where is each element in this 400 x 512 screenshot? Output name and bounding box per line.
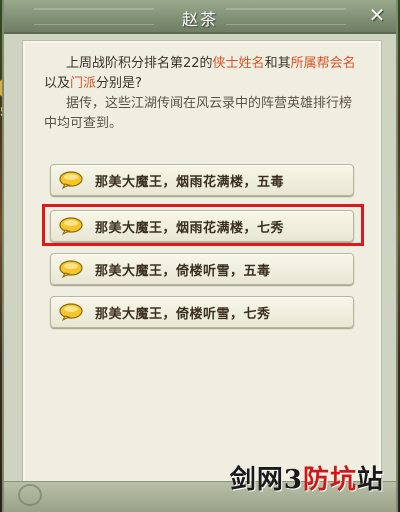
logo-part-red: 防坑 <box>302 465 357 495</box>
quiz-dialog: 赵茶 ✕ 上周战阶积分排名第22的侠士姓名和其所属帮会名以及门派分别是? 据传，… <box>2 0 398 512</box>
site-logo: 剑网3防坑站 <box>224 465 394 506</box>
footer-ornament <box>18 484 42 506</box>
answer-option-1[interactable]: 那美大魔王，烟雨花满楼，五毒 <box>50 164 354 196</box>
answer-label: 那美大魔王，倚楼听雪，五毒 <box>95 263 271 279</box>
answer-label: 那美大魔王，倚楼听雪，七秀 <box>95 306 271 322</box>
hint-text: 据传，这些江湖传闻在风云录中的阵营英雄排行榜中均可查到。 <box>44 96 353 131</box>
dialog-title: 赵茶 <box>181 10 218 29</box>
question-text: 上周战阶积分排名第22的侠士姓名和其所属帮会名以及门派分别是? <box>44 54 364 94</box>
logo-text: 剑网3防坑站 <box>230 459 384 496</box>
speech-bubble-icon <box>59 171 83 190</box>
close-icon: ✕ <box>368 3 386 27</box>
question-part: 和其 <box>264 56 291 71</box>
question-highlight: 门派 <box>70 76 97 91</box>
question-part: 分别是? <box>96 76 142 91</box>
logo-part: 站 <box>356 465 384 495</box>
speech-bubble-icon <box>59 217 83 236</box>
answer-option-2[interactable]: 那美大魔王，烟雨花满楼，七秀 <box>50 210 354 242</box>
question-highlight: 侠士姓名 <box>212 56 265 71</box>
question-part: 上周战阶积分排名第22的 <box>66 56 213 71</box>
answer-label: 那美大魔王，烟雨花满楼，五毒 <box>95 174 285 190</box>
answer-option-4[interactable]: 那美大魔王，倚楼听雪，七秀 <box>50 296 354 328</box>
question-highlight: 所属帮会名 <box>290 56 356 71</box>
answer-option-3[interactable]: 那美大魔王，倚楼听雪，五毒 <box>50 253 354 285</box>
question-part: 以及 <box>44 76 71 91</box>
speech-bubble-icon <box>59 303 83 322</box>
logo-part: 剑网3 <box>229 465 303 495</box>
dialog-titlebar[interactable]: 赵茶 ✕ <box>4 0 396 34</box>
speech-bubble-icon <box>59 260 83 279</box>
answer-label: 那美大魔王，烟雨花满楼，七秀 <box>95 220 285 236</box>
close-button[interactable]: ✕ <box>366 4 388 26</box>
